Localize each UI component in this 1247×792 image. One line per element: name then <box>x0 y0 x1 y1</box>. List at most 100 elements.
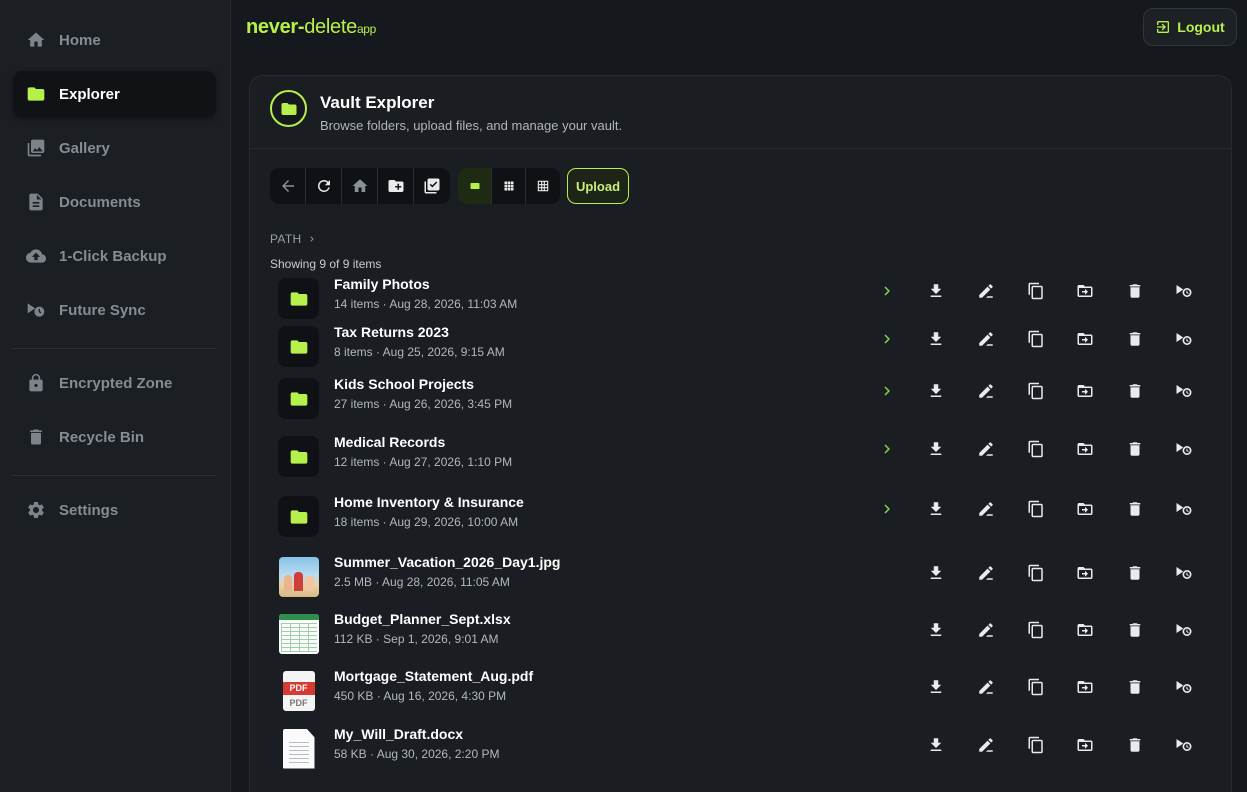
table-view-button[interactable] <box>526 168 560 204</box>
download-button[interactable] <box>923 378 949 404</box>
move-button[interactable] <box>1072 496 1098 522</box>
future-sync-button[interactable] <box>1171 732 1197 758</box>
list-item[interactable]: Tax Returns 2023 8 items · Aug 25, 2026, … <box>270 322 1210 370</box>
move-button[interactable] <box>1072 378 1098 404</box>
copy-button[interactable] <box>1023 674 1049 700</box>
copy-button[interactable] <box>1023 732 1049 758</box>
move-button[interactable] <box>1072 278 1098 304</box>
rename-button[interactable] <box>973 378 999 404</box>
rename-button[interactable] <box>973 617 999 643</box>
delete-button[interactable] <box>1122 560 1148 586</box>
sidebar-item-recycle-bin[interactable]: Recycle Bin <box>13 414 216 460</box>
copy-button[interactable] <box>1023 617 1049 643</box>
download-button[interactable] <box>923 496 949 522</box>
copy-icon <box>1028 621 1043 639</box>
list-item[interactable]: PDF PDF Mortgage_Statement_Aug.pdf 450 KB ·… <box>270 666 1210 714</box>
select-multiple-button[interactable] <box>414 168 450 204</box>
delete-button[interactable] <box>1122 278 1148 304</box>
move-button[interactable] <box>1072 326 1098 352</box>
future-sync-button[interactable] <box>1171 436 1197 462</box>
delete-button[interactable] <box>1122 732 1148 758</box>
item-name[interactable]: Family Photos <box>334 276 430 292</box>
rename-button[interactable] <box>973 560 999 586</box>
item-name[interactable]: Home Inventory & Insurance <box>334 494 524 510</box>
list-item[interactable]: Summer_Vacation_2026_Day1.jpg 2.5 MB · Au… <box>270 552 1210 600</box>
open-button[interactable] <box>874 436 900 462</box>
item-name[interactable]: Tax Returns 2023 <box>334 324 449 340</box>
list-item[interactable]: Medical Records 12 items · Aug 27, 2026, … <box>270 432 1210 480</box>
item-name[interactable]: Summer_Vacation_2026_Day1.jpg <box>334 554 560 570</box>
move-button[interactable] <box>1072 617 1098 643</box>
sidebar-item-encrypted-zone[interactable]: Encrypted Zone <box>13 360 216 406</box>
sidebar-item-explorer[interactable]: Explorer <box>13 71 216 117</box>
download-button[interactable] <box>923 732 949 758</box>
refresh-button[interactable] <box>306 168 342 204</box>
future-sync-button[interactable] <box>1171 560 1197 586</box>
copy-button[interactable] <box>1023 326 1049 352</box>
item-name[interactable]: Budget_Planner_Sept.xlsx <box>334 611 511 627</box>
delete-button[interactable] <box>1122 378 1148 404</box>
sidebar-item-gallery[interactable]: Gallery <box>13 125 216 171</box>
copy-button[interactable] <box>1023 378 1049 404</box>
upload-button[interactable]: Upload <box>567 168 629 204</box>
delete-button[interactable] <box>1122 496 1148 522</box>
rename-button[interactable] <box>973 278 999 304</box>
move-button[interactable] <box>1072 560 1098 586</box>
item-name[interactable]: My_Will_Draft.docx <box>334 726 463 742</box>
download-button[interactable] <box>923 278 949 304</box>
item-name[interactable]: Mortgage_Statement_Aug.pdf <box>334 668 533 684</box>
list-item[interactable]: Home Inventory & Insurance 18 items · Aug… <box>270 492 1210 540</box>
rename-button[interactable] <box>973 326 999 352</box>
move-button[interactable] <box>1072 732 1098 758</box>
home-button[interactable] <box>342 168 378 204</box>
move-button[interactable] <box>1072 436 1098 462</box>
rename-button[interactable] <box>973 732 999 758</box>
open-button[interactable] <box>874 278 900 304</box>
list-item[interactable]: Kids School Projects 27 items · Aug 26, 2… <box>270 374 1210 422</box>
delete-button[interactable] <box>1122 617 1148 643</box>
download-button[interactable] <box>923 560 949 586</box>
download-button[interactable] <box>923 436 949 462</box>
list-item[interactable]: Family Photos 14 items · Aug 28, 2026, 11… <box>270 274 1210 322</box>
delete-button[interactable] <box>1122 326 1148 352</box>
download-button[interactable] <box>923 674 949 700</box>
delete-button[interactable] <box>1122 436 1148 462</box>
future-sync-button[interactable] <box>1171 326 1197 352</box>
future-sync-button[interactable] <box>1171 496 1197 522</box>
sidebar-item-documents[interactable]: Documents <box>13 179 216 225</box>
sidebar-item-label: Settings <box>59 501 119 519</box>
copy-button[interactable] <box>1023 496 1049 522</box>
open-button[interactable] <box>874 326 900 352</box>
list-item[interactable]: My_Will_Draft.docx 58 KB · Aug 30, 2026, … <box>270 724 1210 772</box>
sidebar-item-future-sync[interactable]: Future Sync <box>13 287 216 333</box>
open-button[interactable] <box>874 378 900 404</box>
item-name[interactable]: Kids School Projects <box>334 376 474 392</box>
future-sync-button[interactable] <box>1171 617 1197 643</box>
new-folder-button[interactable] <box>378 168 414 204</box>
list-view-button[interactable] <box>458 168 492 204</box>
grid-view-button[interactable] <box>492 168 526 204</box>
copy-button[interactable] <box>1023 560 1049 586</box>
sidebar-item-1-click-backup[interactable]: 1-Click Backup <box>13 233 216 279</box>
rename-button[interactable] <box>973 496 999 522</box>
delete-button[interactable] <box>1122 674 1148 700</box>
download-button[interactable] <box>923 617 949 643</box>
rename-button[interactable] <box>973 674 999 700</box>
open-button[interactable] <box>874 496 900 522</box>
rename-button[interactable] <box>973 436 999 462</box>
copy-button[interactable] <box>1023 278 1049 304</box>
future-sync-button[interactable] <box>1171 378 1197 404</box>
download-button[interactable] <box>923 326 949 352</box>
brand-logo[interactable]: never-deleteapp <box>246 16 376 39</box>
breadcrumb[interactable]: PATH <box>270 232 317 246</box>
list-item[interactable]: Budget_Planner_Sept.xlsx 112 KB · Sep 1, … <box>270 609 1210 657</box>
sidebar-item-settings[interactable]: Settings <box>13 487 216 533</box>
sidebar-item-home[interactable]: Home <box>13 17 216 63</box>
copy-button[interactable] <box>1023 436 1049 462</box>
future-sync-button[interactable] <box>1171 674 1197 700</box>
future-sync-button[interactable] <box>1171 278 1197 304</box>
item-name[interactable]: Medical Records <box>334 434 445 450</box>
move-button[interactable] <box>1072 674 1098 700</box>
logout-button[interactable]: Logout <box>1143 8 1237 46</box>
back-button[interactable] <box>270 168 306 204</box>
